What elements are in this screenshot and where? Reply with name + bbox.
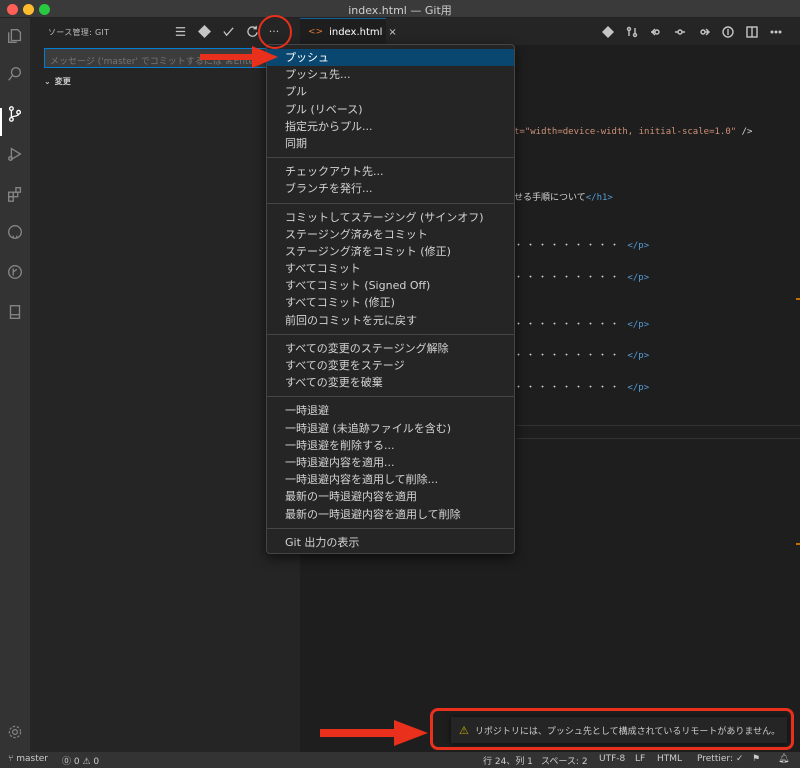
menu-item[interactable]: 一時退避内容を適用... bbox=[267, 454, 514, 471]
code-line[interactable]: ・・・・・・・・・ </p> bbox=[514, 380, 649, 393]
menu-item[interactable]: ブランチを発行... bbox=[267, 180, 514, 197]
menu-item[interactable]: すべてコミット (修正) bbox=[267, 294, 514, 311]
problems-indicator[interactable]: ⓪ 0 ⚠ 0 bbox=[62, 754, 99, 767]
current-line-highlight bbox=[516, 425, 800, 439]
open-changes-icon[interactable] bbox=[624, 24, 640, 40]
extensions-icon[interactable] bbox=[5, 184, 25, 204]
github-icon[interactable] bbox=[5, 222, 25, 242]
menu-item[interactable]: チェックアウト先... bbox=[267, 163, 514, 180]
window-title: index.html — Git用 bbox=[348, 4, 452, 17]
source-control-panel: ソース管理: GIT ··· ⌄変更 bbox=[30, 18, 300, 752]
split-editor-icon[interactable] bbox=[744, 24, 760, 40]
explorer-icon[interactable] bbox=[5, 26, 25, 46]
menu-separator bbox=[267, 202, 514, 204]
changes-label: 変更 bbox=[54, 77, 71, 86]
end-of-line[interactable]: LF bbox=[635, 754, 645, 764]
remote-explorer-icon[interactable] bbox=[5, 302, 25, 322]
activity-bar bbox=[0, 18, 30, 752]
menu-item[interactable]: Git 出力の表示 bbox=[267, 534, 514, 551]
next-revision-icon[interactable] bbox=[696, 24, 712, 40]
menu-item[interactable]: すべての変更をステージ bbox=[267, 357, 514, 374]
menu-separator bbox=[267, 157, 514, 159]
manage-gear-icon[interactable] bbox=[5, 722, 25, 742]
tab-label: index.html bbox=[329, 26, 383, 38]
menu-item[interactable]: 同期 bbox=[267, 135, 514, 152]
menu-separator bbox=[267, 333, 514, 335]
overview-ruler-mark bbox=[796, 298, 800, 300]
git-actions-icon[interactable] bbox=[196, 23, 212, 39]
menu-item[interactable]: ステージング済をコミット (修正) bbox=[267, 243, 514, 260]
panel-title: ソース管理: GIT bbox=[48, 28, 110, 37]
branch-indicator[interactable]: ⑂ master bbox=[8, 754, 48, 764]
code-line[interactable]: ・・・・・・・・・ </p> bbox=[514, 317, 649, 330]
menu-item[interactable]: プル (リベース) bbox=[267, 101, 514, 118]
code-line[interactable]: せる手順について</h1> bbox=[514, 190, 613, 203]
annotation-arrow bbox=[200, 46, 278, 68]
more-editor-actions-icon[interactable] bbox=[768, 24, 784, 40]
tab-bar: <> index.html × bbox=[300, 18, 800, 45]
notifications-bell-icon[interactable]: 🔔︎ bbox=[778, 754, 789, 764]
menu-item[interactable]: プッシュ先... bbox=[267, 66, 514, 83]
html-file-icon: <> bbox=[308, 27, 324, 37]
prettier-status[interactable]: Prettier: ✓ bbox=[697, 754, 743, 764]
tab-index-html[interactable]: <> index.html × bbox=[300, 18, 397, 45]
menu-item[interactable]: すべての変更のステージング解除 bbox=[267, 340, 514, 357]
title-bar: index.html — Git用 bbox=[0, 0, 800, 18]
menu-item[interactable]: 一時退避を削除する... bbox=[267, 437, 514, 454]
menu-item[interactable]: 一時退避内容を適用して削除... bbox=[267, 471, 514, 488]
chevron-down-icon: ⌄ bbox=[44, 77, 51, 86]
menu-item[interactable]: プッシュ bbox=[267, 49, 514, 67]
menu-item[interactable]: すべてコミット (Signed Off) bbox=[267, 277, 514, 294]
indentation[interactable]: スペース: 2 bbox=[541, 754, 588, 767]
code-line[interactable]: ・・・・・・・・・ </p> bbox=[514, 348, 649, 361]
menu-separator bbox=[267, 396, 514, 398]
tab-close-icon[interactable]: × bbox=[388, 27, 396, 38]
menu-item[interactable]: 最新の一時退避内容を適用して削除 bbox=[267, 506, 514, 523]
git-branch-action-icon[interactable] bbox=[600, 24, 616, 40]
menu-item[interactable]: 一時退避 (未追跡ファイルを含む) bbox=[267, 420, 514, 437]
blame-icon[interactable] bbox=[720, 24, 736, 40]
annotation-arrow bbox=[320, 720, 428, 746]
language-mode[interactable]: HTML bbox=[657, 754, 682, 764]
encoding[interactable]: UTF-8 bbox=[599, 754, 625, 764]
status-bar: ⑂ master ⓪ 0 ⚠ 0 行 24、列 1 スペース: 2 UTF-8 … bbox=[0, 752, 800, 768]
code-line[interactable]: t="width=device-width, initial-scale=1.0… bbox=[514, 127, 752, 137]
previous-revision-icon[interactable] bbox=[648, 24, 664, 40]
menu-item[interactable]: 前回のコミットを元に戻す bbox=[267, 312, 514, 329]
source-control-icon[interactable] bbox=[5, 104, 25, 124]
view-as-tree-icon[interactable] bbox=[172, 23, 188, 39]
changes-section[interactable]: ⌄ 変更 bbox=[44, 76, 71, 87]
search-icon[interactable] bbox=[5, 64, 25, 84]
code-line[interactable]: ・・・・・・・・・ </p> bbox=[514, 270, 649, 283]
menu-item[interactable]: すべての変更を破棄 bbox=[267, 374, 514, 391]
current-revision-icon[interactable] bbox=[672, 24, 688, 40]
feedback-icon[interactable]: ⚑ bbox=[752, 754, 760, 764]
menu-item[interactable]: ステージング済みをコミット bbox=[267, 226, 514, 243]
menu-item[interactable]: コミットしてステージング (サインオフ) bbox=[267, 209, 514, 226]
menu-separator bbox=[267, 527, 514, 529]
cursor-position[interactable]: 行 24、列 1 bbox=[483, 754, 533, 767]
code-line[interactable]: ・・・・・・・・・ </p> bbox=[514, 238, 649, 251]
menu-item[interactable]: 一時退避 bbox=[267, 402, 514, 419]
menu-item[interactable]: プル bbox=[267, 83, 514, 100]
menu-item[interactable]: すべてコミット bbox=[267, 260, 514, 277]
menu-item[interactable]: 最新の一時退避内容を適用 bbox=[267, 488, 514, 505]
active-indicator bbox=[0, 108, 2, 136]
annotation-frame bbox=[430, 708, 794, 750]
git-graph-icon[interactable] bbox=[5, 262, 25, 282]
overview-ruler-mark bbox=[796, 543, 800, 545]
menu-item[interactable]: 指定元からプル... bbox=[267, 118, 514, 135]
commit-checkmark-icon[interactable] bbox=[220, 23, 236, 39]
git-more-actions-menu: プッシュ プッシュ先... プル プル (リベース) 指定元からプル... 同期チェックア… bbox=[266, 44, 515, 554]
run-debug-icon[interactable] bbox=[5, 144, 25, 164]
